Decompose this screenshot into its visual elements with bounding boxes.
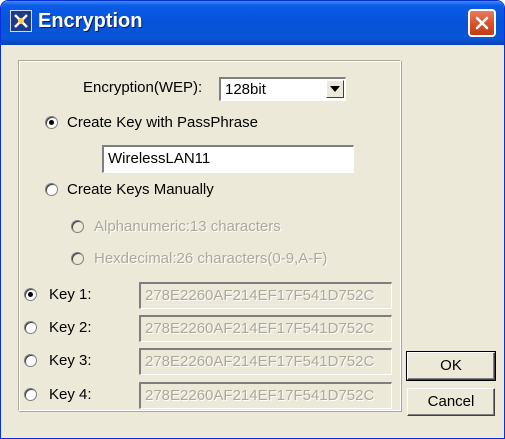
key-3-label: Key 3: bbox=[49, 352, 92, 369]
dropdown-button[interactable] bbox=[326, 80, 344, 98]
alphanumeric-label: Alphanumeric:13 characters bbox=[94, 218, 281, 235]
key-3-radio[interactable] bbox=[24, 354, 37, 367]
key-2-field[interactable]: 278E2260AF214EF17F541D752C bbox=[139, 315, 392, 342]
window-title: Encryption bbox=[38, 10, 143, 32]
key-2-radio[interactable] bbox=[24, 321, 37, 334]
radio-selected-dot bbox=[49, 120, 54, 125]
key-1-field[interactable]: 278E2260AF214EF17F541D752C bbox=[139, 282, 392, 309]
close-icon bbox=[475, 16, 489, 30]
key-4-label: Key 4: bbox=[49, 386, 92, 403]
alphanumeric-radio[interactable] bbox=[71, 220, 84, 233]
encryption-select[interactable]: 128bit bbox=[219, 77, 346, 101]
encryption-select-value: 128bit bbox=[225, 81, 266, 98]
manual-keys-radio[interactable] bbox=[45, 183, 58, 196]
title-bar[interactable]: Encryption bbox=[1, 1, 504, 45]
key-1-label: Key 1: bbox=[49, 286, 92, 303]
hexdecimal-radio[interactable] bbox=[71, 252, 84, 265]
ok-button[interactable]: OK bbox=[406, 351, 496, 381]
encryption-dialog: Encryption Encryption(WEP): 128bit Creat… bbox=[0, 0, 505, 439]
passphrase-radio[interactable] bbox=[45, 116, 58, 129]
key-4-field[interactable]: 278E2260AF214EF17F541D752C bbox=[139, 382, 392, 409]
passphrase-input[interactable]: WirelessLAN11 bbox=[102, 145, 354, 173]
cancel-button[interactable]: Cancel bbox=[407, 388, 495, 416]
key-3-field[interactable]: 278E2260AF214EF17F541D752C bbox=[139, 348, 392, 375]
key-1-radio[interactable] bbox=[24, 288, 37, 301]
hexdecimal-label: Hexdecimal:26 characters(0-9,A-F) bbox=[94, 250, 328, 267]
passphrase-option-label[interactable]: Create Key with PassPhrase bbox=[67, 114, 258, 131]
chevron-down-icon bbox=[330, 86, 340, 92]
manual-keys-option-label[interactable]: Create Keys Manually bbox=[67, 181, 214, 198]
key-4-radio[interactable] bbox=[24, 388, 37, 401]
encryption-app-icon bbox=[10, 10, 32, 32]
close-button[interactable] bbox=[468, 9, 496, 37]
radio-selected-dot bbox=[28, 292, 33, 297]
encryption-label: Encryption(WEP): bbox=[83, 79, 203, 96]
key-2-label: Key 2: bbox=[49, 319, 92, 336]
